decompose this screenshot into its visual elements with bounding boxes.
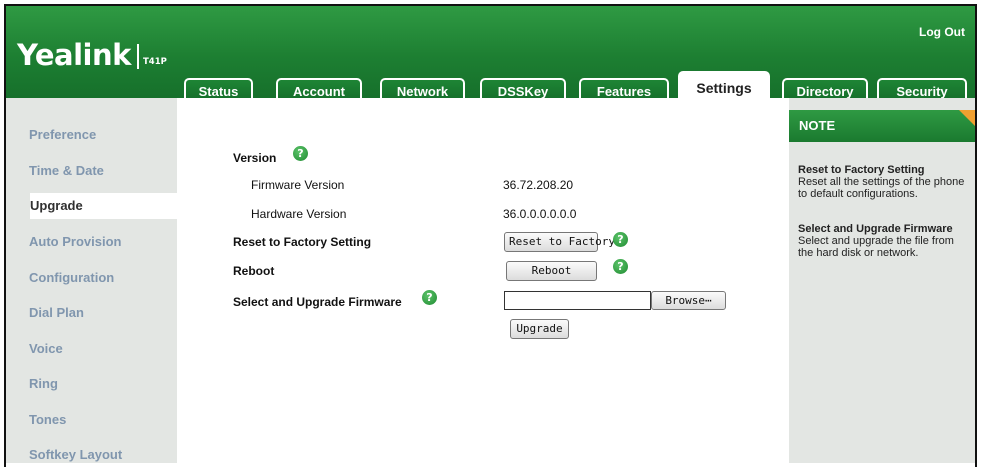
note-panel: NOTE Reset to Factory Setting Reset all … [789, 98, 975, 463]
note-title: NOTE [789, 110, 975, 142]
logo-divider [137, 44, 139, 69]
reboot-button[interactable]: Reboot [506, 261, 597, 281]
note-upgrade-text: Select and upgrade the file from the har… [798, 235, 954, 259]
logout-link[interactable]: Log Out [919, 25, 965, 39]
sidebar-item-time-date[interactable]: Time & Date [12, 158, 171, 184]
sidebar-item-softkey-layout[interactable]: Softkey Layout [12, 442, 171, 468]
main-content: Version ? Firmware Version 36.72.208.20 … [177, 98, 789, 463]
sidebar-item-ring[interactable]: Ring [12, 371, 171, 397]
reboot-help-icon[interactable]: ? [613, 259, 628, 274]
sidebar-item-auto-provision[interactable]: Auto Provision [12, 229, 171, 255]
header-bar: Yealink T41P Log Out Status Account Netw… [6, 6, 975, 105]
reset-factory-label: Reset to Factory Setting [233, 235, 372, 249]
sidebar-item-preference[interactable]: Preference [12, 122, 171, 148]
hardware-version-label: Hardware Version [251, 207, 347, 221]
sidebar-item-tones[interactable]: Tones [12, 407, 171, 433]
sidebar-item-voice[interactable]: Voice [12, 336, 171, 362]
firmware-version-value: 36.72.208.20 [503, 178, 574, 192]
model-label: T41P [143, 57, 167, 67]
hardware-version-value: 36.0.0.0.0.0.0 [503, 207, 577, 221]
browse-button[interactable]: Browse⋯ [651, 291, 726, 310]
sidebar-item-configuration[interactable]: Configuration [12, 265, 171, 291]
firmware-version-label: Firmware Version [251, 178, 345, 192]
note-corner-icon [959, 110, 975, 126]
upgrade-firmware-label: Select and Upgrade Firmware [233, 295, 402, 309]
upgrade-button[interactable]: Upgrade [510, 319, 569, 339]
firmware-file-input[interactable] [504, 291, 651, 310]
sidebar: Preference Time & Date Upgrade Auto Prov… [6, 98, 183, 463]
yealink-logo: Yealink [17, 38, 131, 72]
sidebar-item-dial-plan[interactable]: Dial Plan [12, 300, 171, 326]
upgrade-help-icon[interactable]: ? [422, 290, 437, 305]
note-upgrade-heading: Select and Upgrade Firmware [798, 223, 953, 235]
version-heading: Version [233, 151, 277, 165]
note-reset-text: Reset all the settings of the phone to d… [798, 176, 965, 200]
note-reset-heading: Reset to Factory Setting [798, 164, 925, 176]
version-help-icon[interactable]: ? [293, 146, 308, 161]
reset-help-icon[interactable]: ? [613, 232, 628, 247]
sidebar-item-upgrade[interactable]: Upgrade [30, 193, 183, 219]
reset-to-factory-button[interactable]: Reset to Factory [504, 232, 615, 252]
reboot-label: Reboot [233, 264, 275, 278]
